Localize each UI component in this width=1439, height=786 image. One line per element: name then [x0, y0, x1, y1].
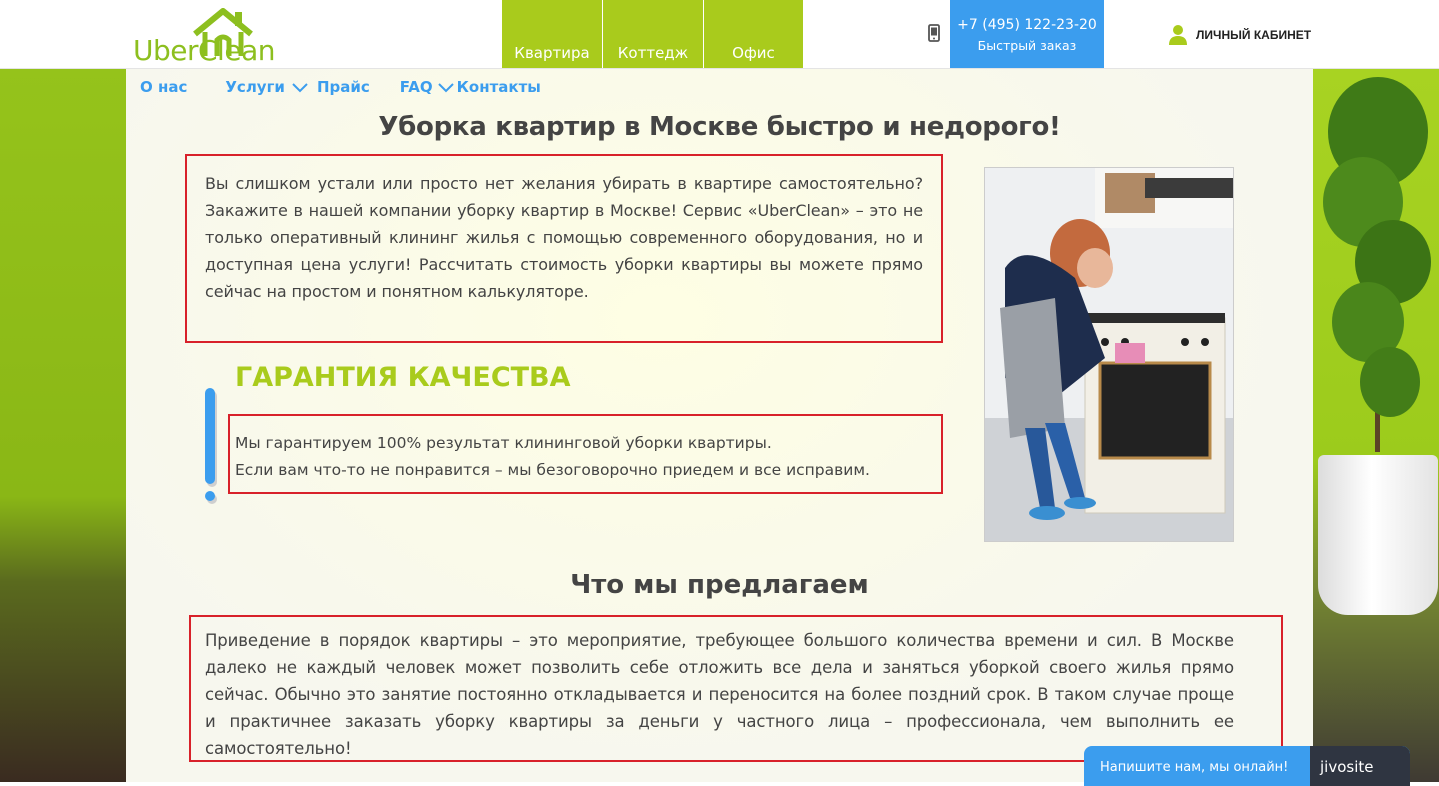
- guarantee-text: Мы гарантируем 100% результат клинингово…: [235, 430, 870, 484]
- chat-prompt: Напишите нам, мы онлайн!: [1100, 760, 1289, 775]
- chat-widget[interactable]: Напишите нам, мы онлайн! jivosite: [1084, 746, 1410, 786]
- nav-price[interactable]: Прайс: [317, 78, 370, 96]
- cleaning-woman-image: [985, 168, 1233, 541]
- guarantee-line-1: Мы гарантируем 100% результат клинингово…: [235, 434, 772, 452]
- offer-text: Приведение в порядок квартиры – это меро…: [205, 631, 1234, 758]
- logo-text: UberClean: [133, 34, 275, 67]
- quick-order-button[interactable]: +7 (495) 122-23-20 Быстрый заказ: [950, 0, 1104, 68]
- exclamation-bar-icon: [205, 388, 215, 484]
- nav-contacts[interactable]: Контакты: [457, 78, 541, 96]
- jivosite-logo: jivosite: [1320, 758, 1374, 776]
- chevron-down-icon: [437, 83, 454, 93]
- tab-apartment[interactable]: Квартира: [502, 0, 602, 68]
- logo[interactable]: UberClean: [133, 8, 313, 67]
- cleaning-photo: [984, 167, 1234, 542]
- nav-faq-label: FAQ: [399, 78, 433, 96]
- tab-office[interactable]: Офис: [704, 0, 803, 68]
- intro-text: Вы слишком устали или просто нет желания…: [205, 174, 923, 301]
- offer-title: Что мы предлагаем: [570, 570, 869, 600]
- mobile-phone-icon: [928, 24, 940, 42]
- chevron-down-icon: [292, 83, 308, 93]
- guarantee-title: ГАРАНТИЯ КАЧЕСТВА: [235, 362, 571, 393]
- nav-faq[interactable]: FAQ: [400, 78, 457, 96]
- site-header: UberClean Квартира Коттедж Офис +7 (495)…: [0, 0, 1439, 69]
- personal-account-label: ЛИЧНЫЙ КАБИНЕТ: [1196, 28, 1312, 42]
- exclamation-dot-icon: [205, 491, 215, 501]
- personal-account-link[interactable]: ЛИЧНЫЙ КАБИНЕТ: [1168, 24, 1311, 46]
- page-title: Уборка квартир в Москве быстро и недорог…: [378, 112, 1061, 142]
- nav-services[interactable]: Услуги: [225, 78, 311, 96]
- main-nav: О нас Услуги Прайс FAQ Контакты: [140, 78, 559, 96]
- nav-about[interactable]: О нас: [140, 78, 187, 96]
- guarantee-line-2: Если вам что-то не понравится – мы безог…: [235, 461, 870, 479]
- nav-services-label: Услуги: [225, 78, 285, 96]
- phone-number: +7 (495) 122-23-20: [957, 17, 1097, 33]
- tab-cottage[interactable]: Коттедж: [603, 0, 703, 68]
- quick-order-label: Быстрый заказ: [977, 38, 1077, 53]
- background-left: [0, 68, 126, 782]
- user-icon: [1169, 25, 1187, 45]
